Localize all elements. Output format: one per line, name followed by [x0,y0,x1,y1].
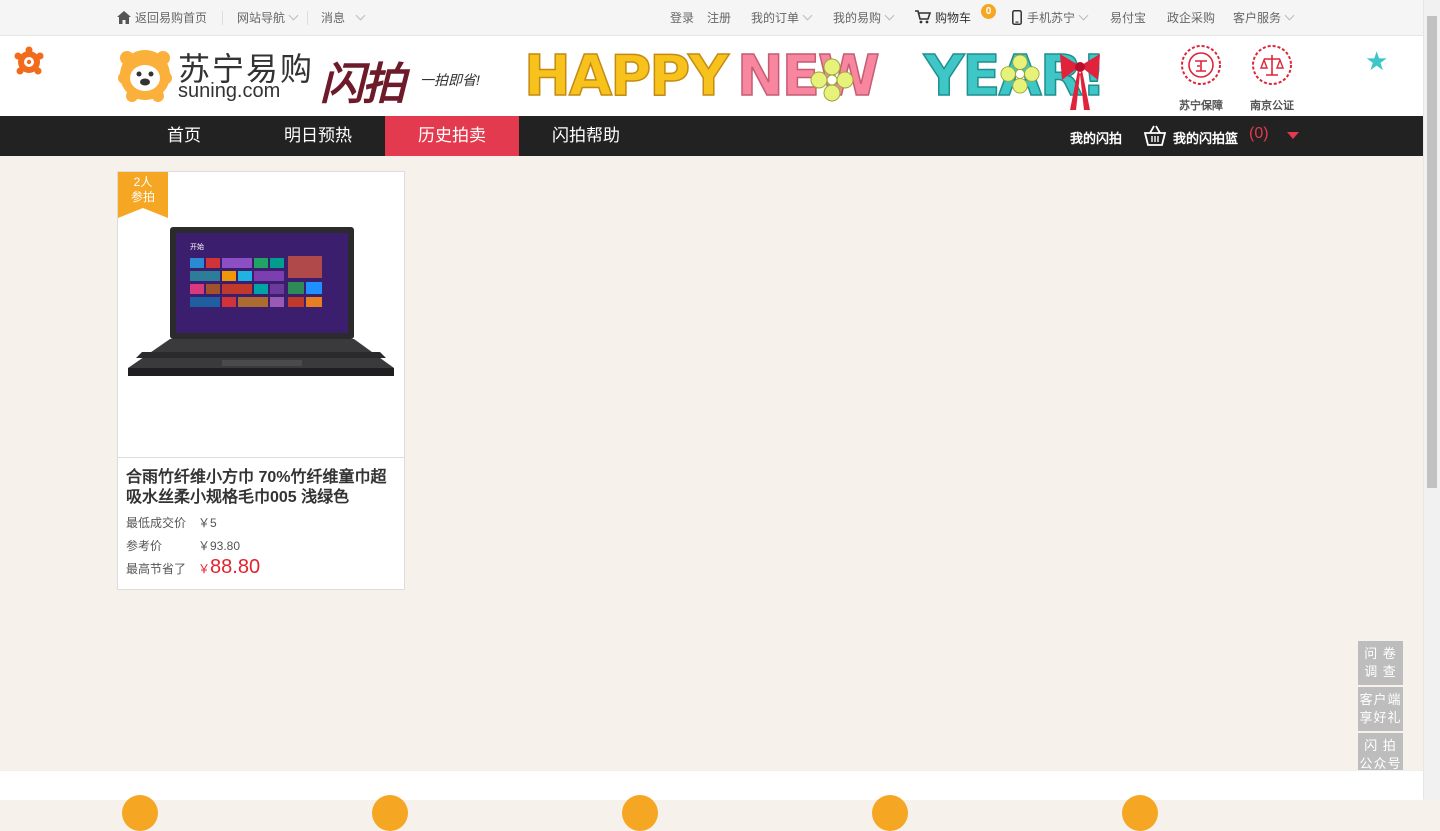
site-nav-menu[interactable]: 网站导航 [237,10,299,26]
phone-icon [1012,10,1022,25]
reference-price-row: 参考价 ￥93.80 [126,537,240,554]
star-icon[interactable]: ★ [1365,46,1388,77]
ribbon-bow-icon [1060,54,1100,110]
customer-service-menu[interactable]: 客户服务 [1233,10,1295,26]
top-utility-bar: 返回易购首页 网站导航 消息 登录 注册 我的订单 我的易购 购物车 0 手机苏… [0,0,1423,36]
new-year-banner[interactable]: HAPPYNEWYEAR! [523,42,1107,114]
my-orders-menu[interactable]: 我的订单 [751,10,813,26]
divider [307,11,308,25]
basket-count: (0) [1249,125,1269,142]
my-yigou-menu[interactable]: 我的易购 [833,10,895,26]
survey-button[interactable]: 问 卷 调 查 [1358,641,1403,685]
reference-price-label: 参考价 [126,539,163,553]
home-link[interactable]: 返回易购首页 [117,10,207,26]
chevron-down-icon [884,10,895,21]
mobile-label: 手机苏宁 [1027,11,1076,25]
notary-label: 南京公证 [1250,100,1294,112]
gov-purchase-link[interactable]: 政企采购 [1167,10,1215,26]
tab-tomorrow-preview[interactable]: 明日预热 [251,116,385,156]
participants-line1: 2人 [133,175,153,189]
app-gift-button[interactable]: 客户端 享好礼 [1358,687,1403,731]
guarantee-seal-icon [1181,45,1221,85]
suning-guarantee-badge[interactable]: 苏宁保障 [1171,44,1231,113]
participants-count: 2人 参拍 [118,175,168,205]
product-title[interactable]: 合雨竹纤维小方巾 70%竹纤维童巾超吸水丝柔小规格毛巾005 浅绿色 [126,468,398,508]
footer-service-icon [872,795,908,831]
saved-label: 最高节省了 [126,562,187,576]
page: 返回易购首页 网站导航 消息 登录 注册 我的订单 我的易购 购物车 0 手机苏… [0,0,1423,831]
flower-icon [1000,54,1040,94]
footer-service-icon [1122,795,1158,831]
cart-link[interactable]: 购物车 0 [915,4,996,26]
chevron-down-icon [802,10,813,21]
tab-flash-help[interactable]: 闪拍帮助 [519,116,653,156]
header: 苏宁易购 suning.com 闪拍 一拍即省! HAPPYNEWYEAR! [0,36,1423,116]
my-flash-link[interactable]: 我的闪拍 [1070,128,1122,147]
suning-logo-en: suning.com [178,80,281,102]
cart-icon [915,10,932,24]
chevron-down-icon [1078,10,1089,21]
main-nav: 首页 明日预热 历史拍卖 闪拍帮助 我的闪拍 我的闪拍篮 (0) [0,116,1423,156]
footer-service-icon [372,795,408,831]
suning-lion-logo[interactable] [118,48,172,102]
gear-logo-icon[interactable] [14,46,44,76]
chevron-down-icon [288,10,299,21]
scrollbar-thumb[interactable] [1427,16,1437,488]
divider [222,11,223,25]
footer-service-icon [122,795,158,831]
lowest-price-label: 最低成交价 [126,516,187,530]
participants-line2: 参拍 [130,190,155,204]
register-link[interactable]: 注册 [707,10,731,26]
flower-icon [810,58,854,102]
saved-row: 最高节省了 ￥88.80 [126,556,260,579]
saved-currency: ￥ [198,562,211,576]
lowest-price-value: ￥5 [198,516,217,530]
my-basket-link[interactable]: 我的闪拍篮 [1173,128,1238,147]
home-icon [117,11,131,24]
customer-service-label: 客户服务 [1233,11,1282,25]
flash-auction-title: 闪拍 [320,59,406,110]
dropdown-arrow-icon[interactable] [1287,132,1299,139]
tab-history-auctions[interactable]: 历史拍卖 [385,116,519,156]
flash-slogan: 一拍即省! [420,72,480,88]
chevron-down-icon [1284,10,1295,21]
svg-text:开始: 开始 [190,242,204,251]
guarantee-label: 苏宁保障 [1179,100,1223,112]
footer [0,770,1423,831]
chevron-down-icon [355,10,366,21]
home-link-label: 返回易购首页 [135,11,208,25]
messages-menu[interactable]: 消息 [321,10,366,26]
messages-label: 消息 [321,11,346,25]
cart-label: 购物车 [935,11,972,25]
yifubao-link[interactable]: 易付宝 [1110,10,1146,26]
footer-service-icon [622,795,658,831]
my-yigou-label: 我的易购 [833,11,882,25]
site-nav-label: 网站导航 [237,11,286,25]
login-link[interactable]: 登录 [670,10,694,26]
mobile-suning-menu[interactable]: 手机苏宁 [1012,10,1089,26]
vertical-scrollbar[interactable] [1423,0,1440,799]
tab-home[interactable]: 首页 [117,116,251,156]
my-orders-label: 我的订单 [751,11,800,25]
cart-count-badge: 0 [981,4,996,19]
nanjing-notary-badge[interactable]: 南京公证 [1242,44,1302,113]
basket-icon[interactable] [1143,124,1167,148]
saved-amount: 88.80 [210,556,261,578]
lowest-price-row: 最低成交价 ￥5 [126,514,217,531]
reference-price-value: ￥93.80 [198,539,241,553]
scales-seal-icon [1252,45,1292,85]
product-card[interactable]: 开始 2人 参拍 合雨竹纤维小方巾 70%竹纤维童巾超吸水丝柔小规格毛巾005 … [117,171,405,590]
